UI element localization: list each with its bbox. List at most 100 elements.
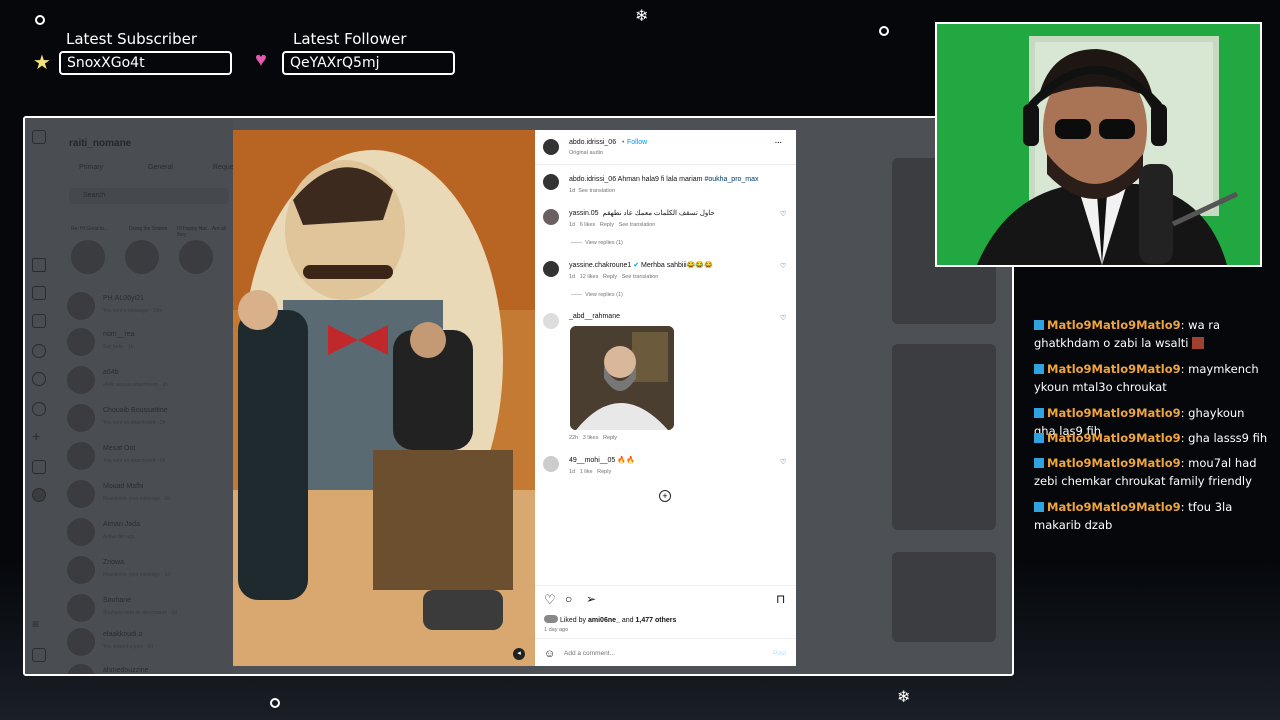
profile-icon[interactable] [32,488,46,502]
comment-time: 1d [569,274,576,280]
view-replies[interactable]: —— View replies (1) [571,292,623,298]
dm-item[interactable]: nom__rea Say hello · 1h [67,326,232,360]
dm-preview: Souhane sent an attachment · 1d [103,610,177,616]
post-button[interactable]: Post [773,650,786,657]
dm-item[interactable]: Mexat Oot You sent an attachment · 5h [67,440,232,474]
like-icon[interactable]: ♡ [544,592,556,608]
view-replies[interactable]: —— View replies (1) [571,240,623,246]
comment-avatar[interactable] [543,456,559,472]
author-avatar[interactable] [543,139,559,155]
note-avatar[interactable] [179,240,213,274]
note-avatar[interactable] [71,240,105,274]
tab-primary[interactable]: Primary [79,164,103,171]
comment-meta: 1d 6 likes Reply See translation [569,222,655,228]
caption-avatar[interactable] [543,174,559,190]
dm-item[interactable]: Souhane Souhane sent an attachment · 1d [67,592,232,626]
likes-count[interactable]: 1,477 others [636,617,677,624]
sparkle-dot [35,15,45,25]
comment-user[interactable]: yassin.05 [569,210,599,217]
see-translation-link[interactable]: See translation [578,188,615,194]
comment-avatar[interactable] [543,209,559,225]
comment-likes[interactable]: 1 like [580,469,593,475]
note-avatar[interactable] [125,240,159,274]
save-icon[interactable]: ⊓ [776,592,785,606]
comment-likes[interactable]: 12 likes [580,274,599,280]
emoji-icon[interactable]: ☺ [544,648,555,660]
dm-preview: Active 8m ago [103,534,135,540]
note-text: Re: Hi Good to... [71,226,109,232]
reels-icon[interactable] [32,286,46,300]
comment-likes[interactable]: 3 likes [583,435,599,441]
like-comment-icon[interactable]: ♡ [780,458,786,466]
comment-user[interactable]: _abd__rahmane [569,313,620,320]
comment-user[interactable]: 49__mohi__05 [569,457,615,464]
explore-icon[interactable] [32,372,46,386]
like-comment-icon[interactable]: ♡ [780,210,786,218]
see-translation-link[interactable]: See translation [622,274,659,280]
comment-avatar[interactable] [543,313,559,329]
more-options-icon[interactable]: ··· [775,140,782,147]
account-name[interactable]: raiti_nomane [69,138,131,149]
message-thumbnail[interactable] [892,552,996,642]
messages-icon[interactable] [32,314,46,328]
search-icon[interactable] [32,344,46,358]
home-icon[interactable] [32,258,46,272]
caption-meta: 1d See translation [569,188,615,194]
mute-icon[interactable]: ◂ [513,648,525,660]
dm-item[interactable]: PH.AL06yi21 You sent a message · 15m [67,290,232,324]
caption-user[interactable]: abdo.idrissi_06 [569,176,616,183]
chat-username[interactable]: Matlo9Matlo9Matlo9 [1047,318,1181,332]
reply-button[interactable]: Reply [600,222,614,228]
chat-username[interactable]: Matlo9Matlo9Matlo9 [1047,406,1181,420]
reply-button[interactable]: Reply [603,274,617,280]
chat-message: Matlo9Matlo9Matlo9: mou7al had zebi chem… [1034,454,1269,490]
dm-item[interactable]: elaakkoudi.o You shared a post · 2d [67,626,232,660]
comment-avatar[interactable] [543,261,559,277]
post-video[interactable]: ◂ [233,130,535,666]
follow-button[interactable]: Follow [627,139,647,146]
tab-requests[interactable]: Requests [213,164,233,171]
dm-item[interactable]: ahmedouzzine [67,662,232,674]
instagram-icon[interactable] [32,130,46,144]
dm-item[interactable]: Znowa Reacted to your message · 1d [67,554,232,588]
comment-image[interactable] [570,326,674,430]
post-author[interactable]: abdo.idrissi_06 [569,139,616,146]
load-more-comments-icon[interactable]: + [659,490,671,502]
post-panel: abdo.idrissi_06 • Follow Original audio … [535,130,796,666]
see-translation-link[interactable]: See translation [619,222,656,228]
more-icon[interactable] [32,648,46,662]
audio-label[interactable]: Original audio [569,150,603,156]
chat-username[interactable]: Matlo9Matlo9Matlo9 [1047,362,1181,376]
search-input[interactable]: Search [69,188,229,204]
chat-username[interactable]: Matlo9Matlo9Matlo9 [1047,456,1181,470]
comment-likes[interactable]: 6 likes [580,222,596,228]
like-comment-icon[interactable]: ♡ [780,262,786,270]
comment-user[interactable]: yassine.chakroune1 [569,262,631,269]
reply-button[interactable]: Reply [603,435,617,441]
menu-icon[interactable]: ≡ [32,618,44,630]
reply-button[interactable]: Reply [597,469,611,475]
dm-name: ahmedouzzine [103,667,149,674]
comment-icon[interactable]: ○ [565,592,572,606]
comment-input[interactable]: Add a comment... [564,650,615,657]
chat-badge-icon [1034,364,1044,374]
dm-item[interactable]: Mouad Mafhi Reacted to your message · 6h [67,478,232,512]
chat-username[interactable]: Matlo9Matlo9Matlo9 [1047,431,1181,445]
dashboard-icon[interactable] [32,460,46,474]
message-thumbnail[interactable] [892,344,996,530]
avatar [67,442,95,470]
liked-by-user[interactable]: ami06ne_ [588,617,620,624]
create-icon[interactable]: + [32,429,44,443]
share-icon[interactable]: ➢ [586,592,596,606]
latest-follower-label: Latest Follower [293,30,407,48]
chat-username[interactable]: Matlo9Matlo9Matlo9 [1047,500,1181,514]
like-comment-icon[interactable]: ♡ [780,314,786,322]
caption-hashtag[interactable]: #oukha_pro_max [704,176,758,183]
notes-row: Re: Hi Good to... Doing the Smime I'll H… [69,226,229,276]
comment-text: حاول تسقف الكلمات معمك عاد نطهقم [602,210,715,217]
dm-item[interactable]: Aiman Jada Active 8m ago [67,516,232,550]
notifications-icon[interactable] [32,402,46,416]
dm-item[interactable]: Chouaib Boussattine You sent an attachmen… [67,402,232,436]
tab-general[interactable]: General [148,164,173,171]
dm-item[interactable]: a64b a64b sent an attachment · 2h [67,364,232,398]
